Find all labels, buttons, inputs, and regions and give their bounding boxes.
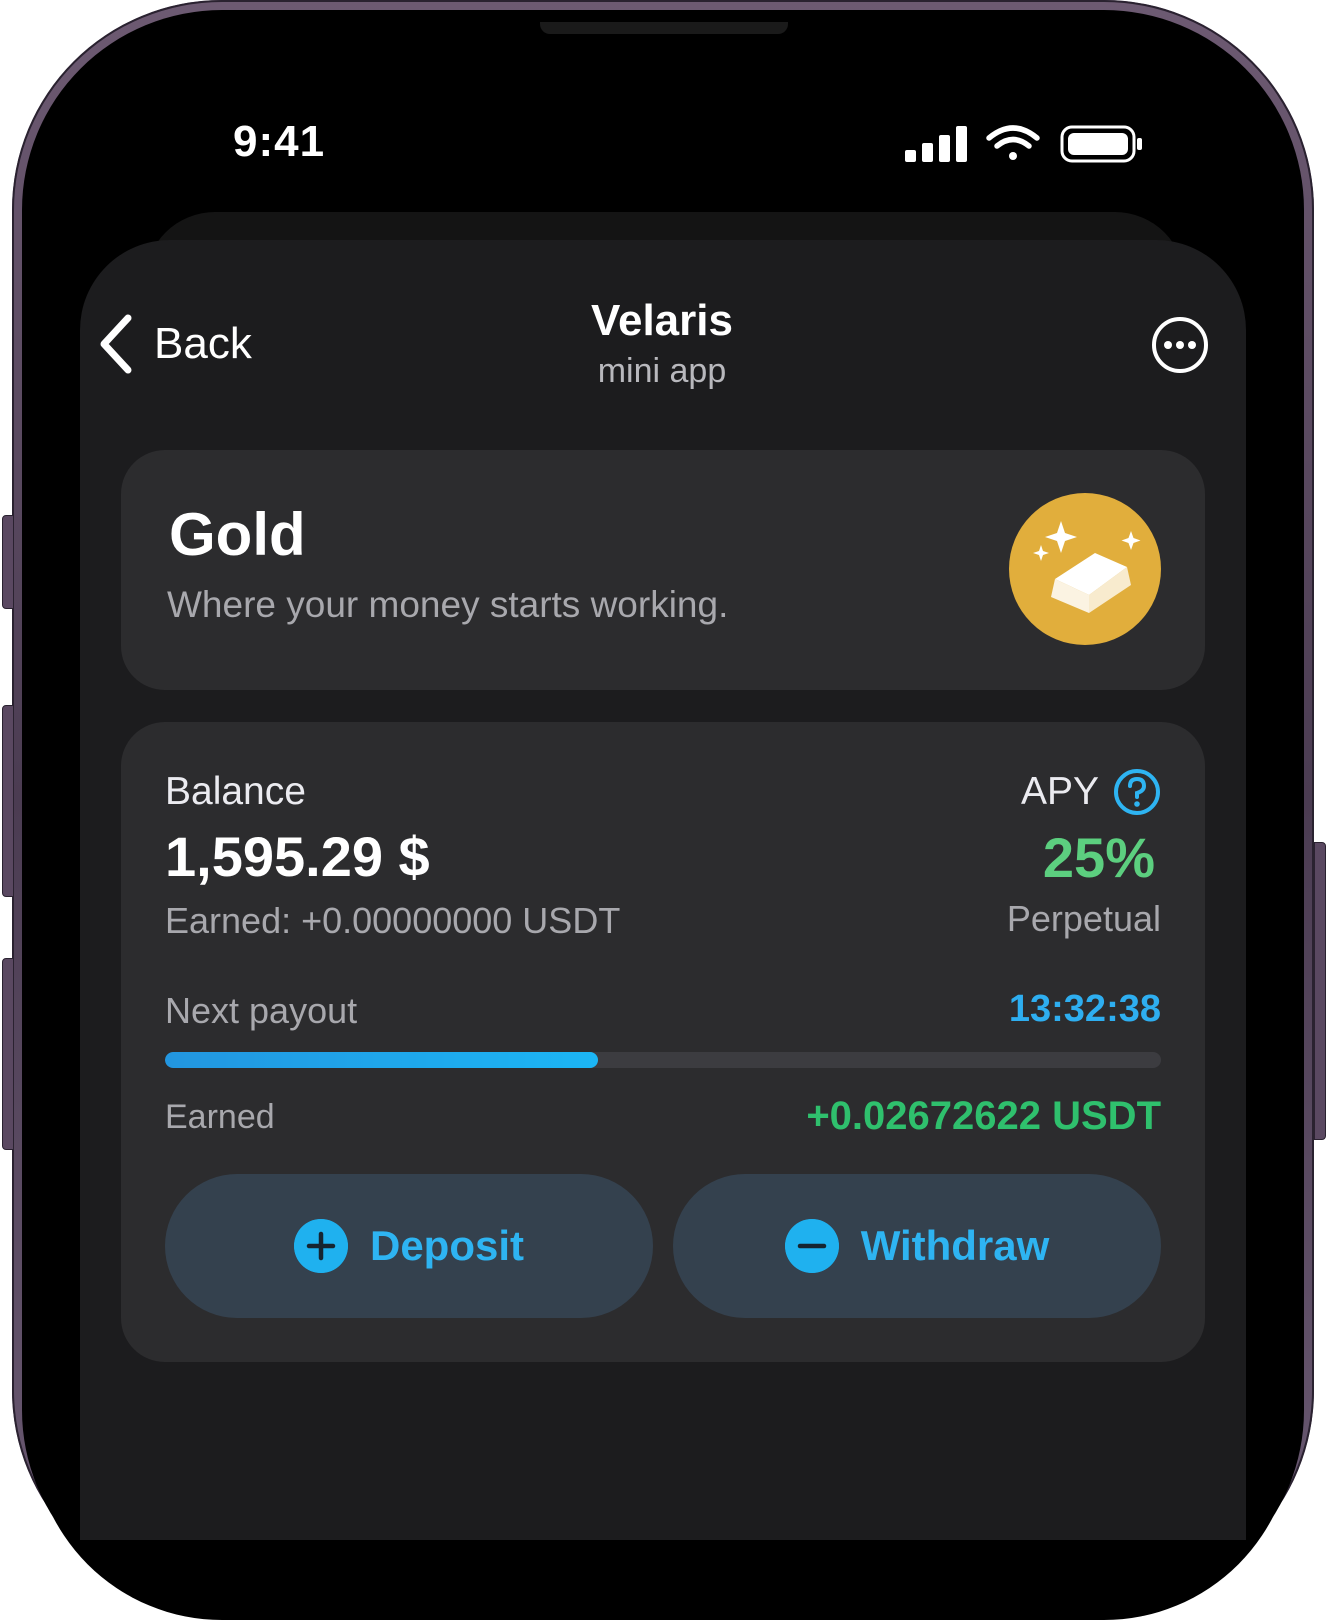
wifi-icon: [986, 125, 1040, 160]
speaker-notch: [540, 22, 788, 34]
balance-value: 1,595.29 $: [165, 825, 430, 888]
earned-value: +0.02672622 USDT: [806, 1094, 1161, 1138]
earned-total: Earned: +0.00000000 USDT: [165, 900, 621, 941]
back-label: Back: [154, 319, 252, 368]
status-time: 9:41: [233, 117, 326, 166]
cellular-signal-icon: [905, 126, 967, 162]
app-title: Velaris: [591, 296, 733, 345]
more-dots-icon[interactable]: [1151, 316, 1209, 374]
plan-card: Gold Where your money starts working.: [121, 450, 1205, 690]
plan-title: Gold: [169, 501, 306, 568]
back-button[interactable]: Back: [98, 312, 252, 376]
minus-icon: [784, 1219, 839, 1273]
withdraw-label: Withdraw: [860, 1222, 1050, 1269]
plus-icon: [293, 1219, 348, 1273]
action-button: [2, 515, 14, 609]
balance-card: Balance 1,595.29 $ Earned: +0.00000000 U…: [121, 722, 1205, 1362]
volume-down-button: [2, 958, 14, 1150]
apy-value: 25%: [1042, 826, 1155, 889]
battery-icon: [1060, 125, 1142, 163]
status-icons: [905, 125, 1142, 163]
chevron-left-icon: [100, 314, 132, 374]
volume-up-button: [2, 705, 14, 897]
withdraw-button[interactable]: Withdraw: [673, 1174, 1161, 1318]
help-icon[interactable]: [1113, 768, 1161, 816]
power-button: [1314, 842, 1326, 1140]
payout-progress-bar: [165, 1052, 1161, 1068]
deposit-button[interactable]: Deposit: [165, 1174, 653, 1318]
deposit-label: Deposit: [369, 1222, 524, 1269]
earned-label: Earned: [165, 1098, 275, 1136]
balance-label: Balance: [165, 770, 306, 813]
payout-progress-fill: [165, 1052, 599, 1068]
next-payout-label: Next payout: [165, 990, 358, 1031]
next-payout-timer: 13:32:38: [1008, 988, 1161, 1030]
plan-subtitle: Where your money starts working.: [167, 584, 729, 625]
app-subtitle: mini app: [597, 352, 727, 390]
apy-row: APY: [1021, 768, 1161, 816]
apy-label: APY: [1020, 770, 1099, 813]
gold-bar-icon: [1009, 493, 1161, 645]
apy-term: Perpetual: [1006, 898, 1161, 939]
